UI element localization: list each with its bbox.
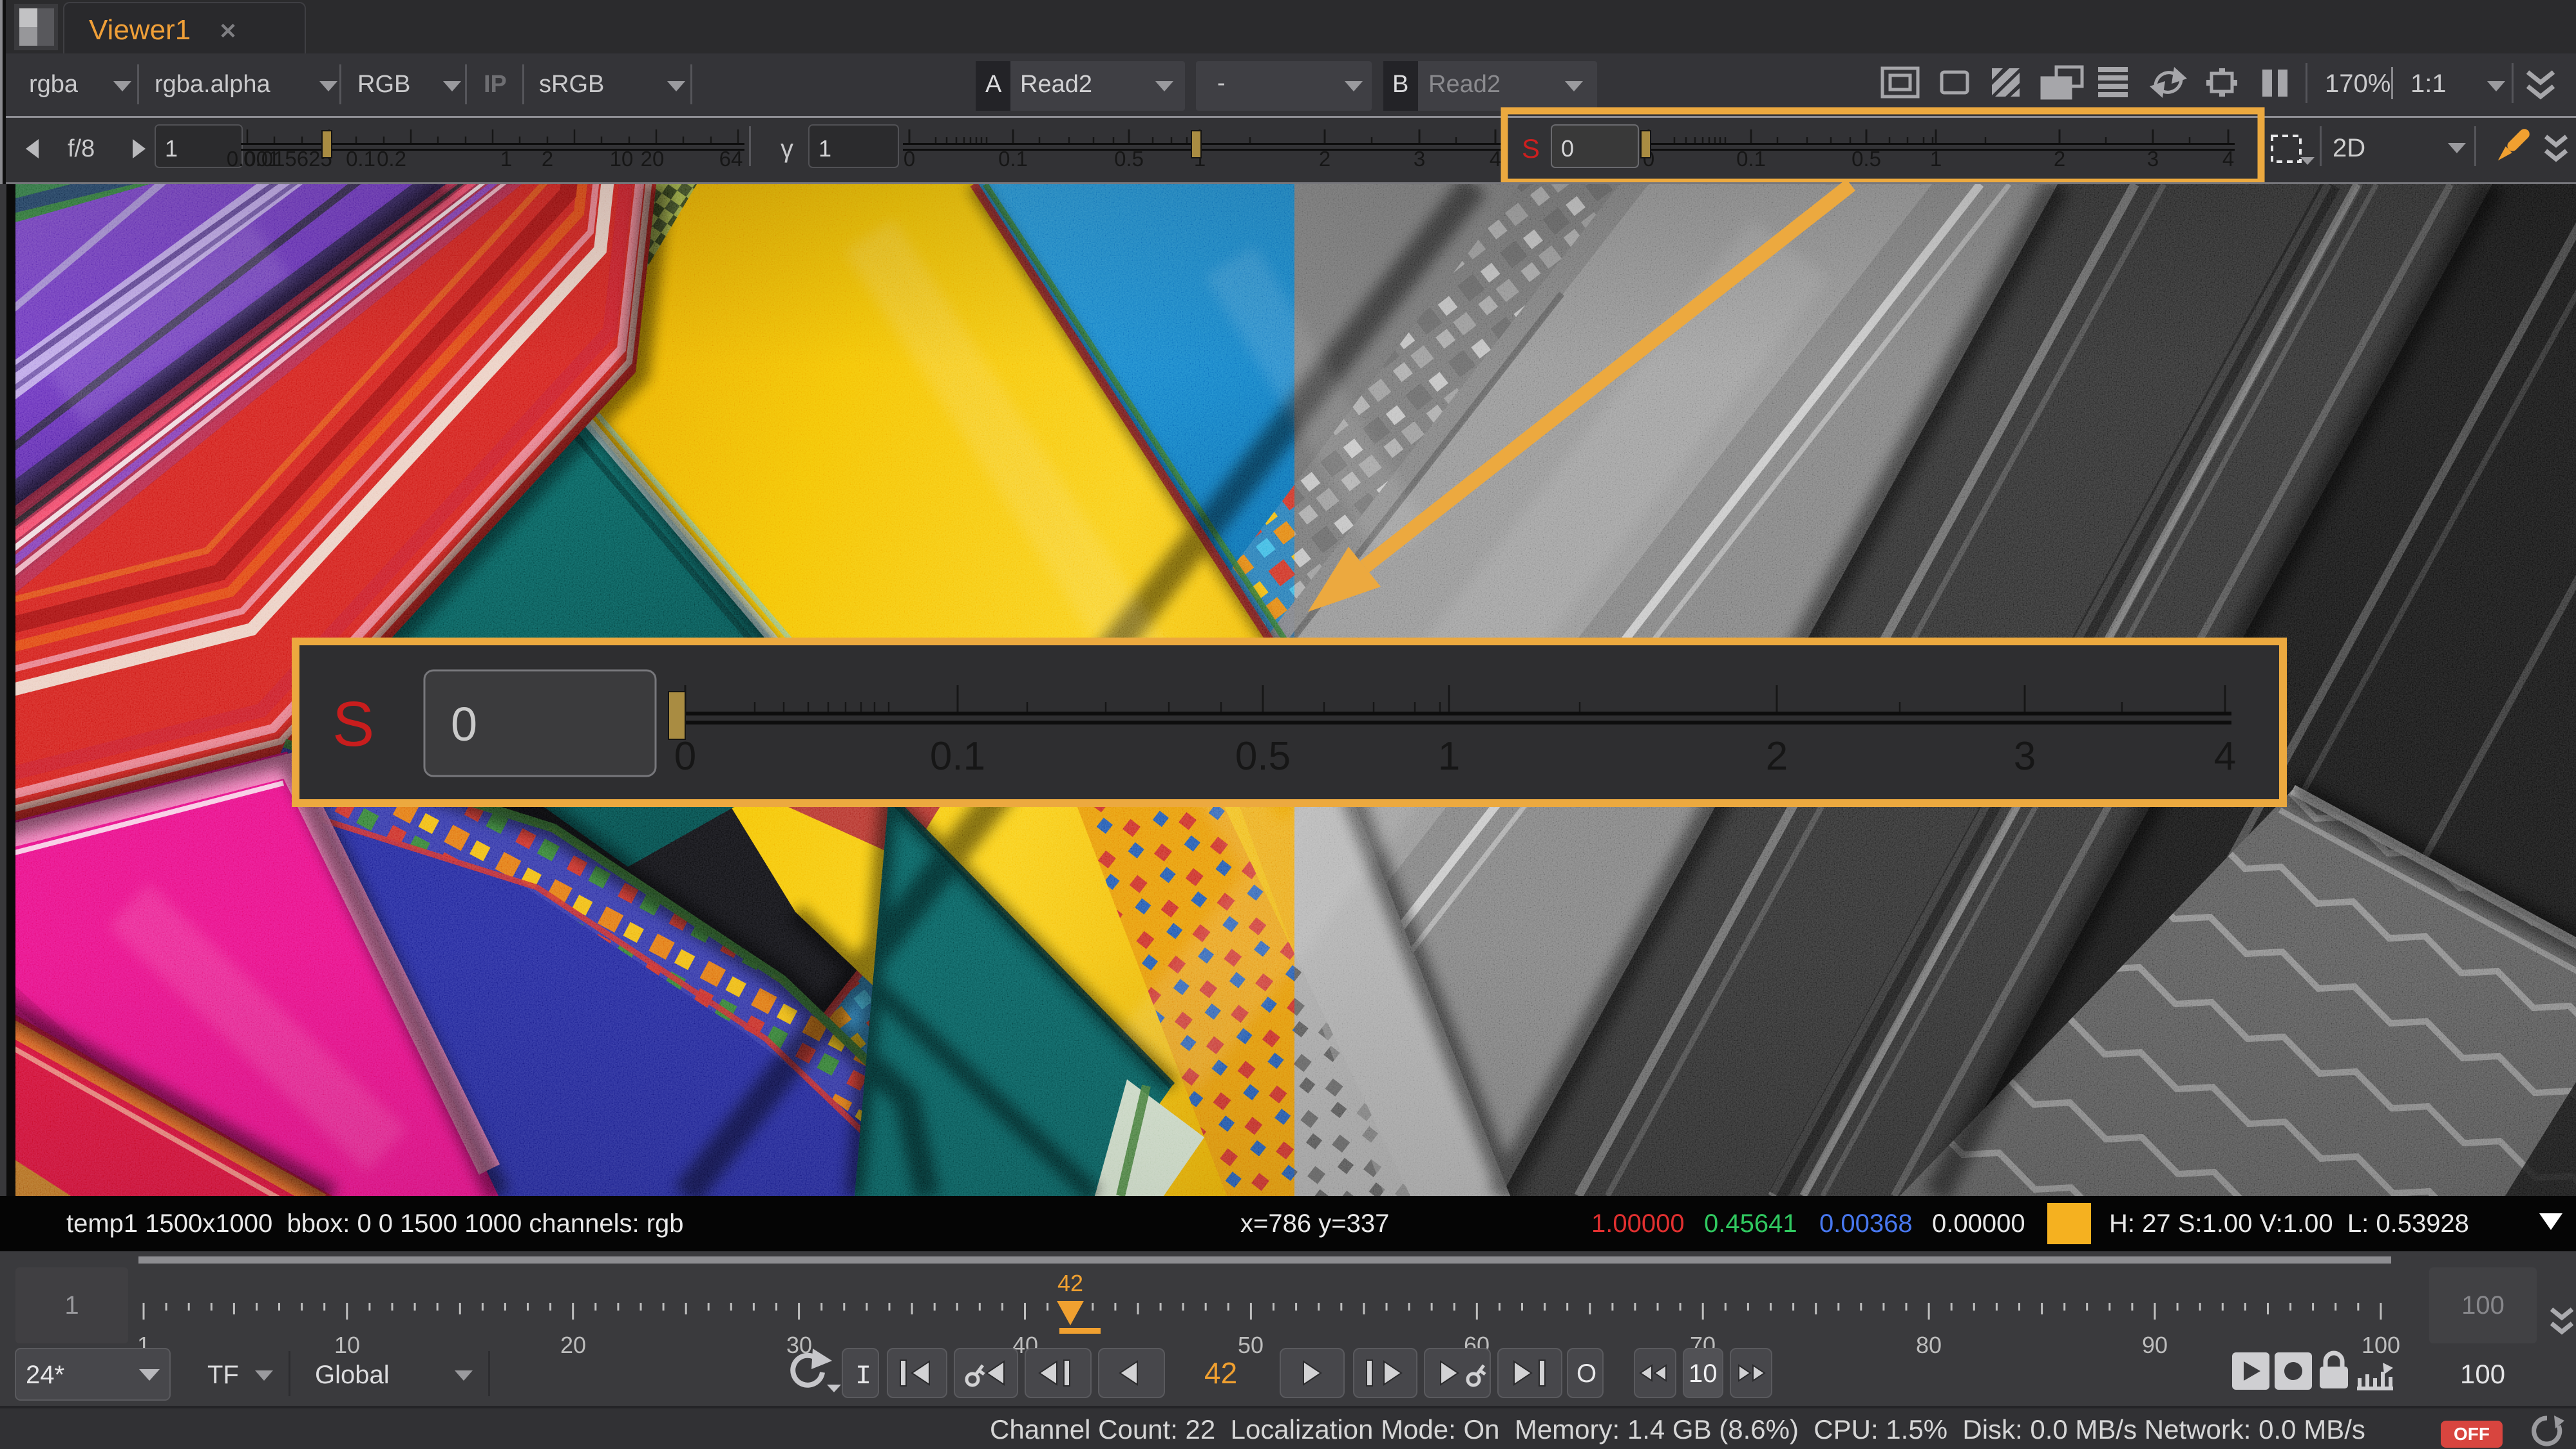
svg-text:0.1: 0.1 [930,734,985,779]
svg-text:42: 42 [1057,1270,1083,1296]
svg-text:0: 0 [451,697,477,751]
svg-text:O: O [1577,1359,1596,1388]
svg-text:0.5: 0.5 [1235,734,1291,779]
svg-text:S: S [332,688,374,759]
svg-text:42: 42 [1204,1356,1237,1390]
svg-text:1: 1 [1438,734,1460,779]
svg-text:3: 3 [2014,734,2036,779]
svg-text:4: 4 [2214,734,2236,779]
svg-text:0: 0 [674,734,696,779]
svg-text:100: 100 [2460,1359,2505,1389]
svg-text:2: 2 [1766,734,1788,779]
svg-text:10: 10 [1689,1359,1718,1388]
svg-text:I: I [855,1361,871,1392]
